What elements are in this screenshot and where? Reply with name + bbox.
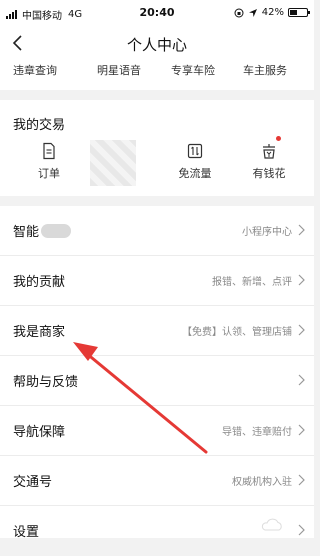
- chevron-right-icon: [298, 374, 305, 386]
- page-title: 个人中心: [126, 36, 187, 54]
- menu-row-contribution[interactable]: 我的贡献 报错、新增、点评: [0, 256, 314, 306]
- menu-sub-smart: 小程序中心: [242, 227, 292, 238]
- tx-item-order[interactable]: 订单: [14, 142, 84, 181]
- transactions-card: 我的交易 订单 免流量 有钱花: [0, 100, 314, 196]
- chevron-right-icon: [298, 224, 305, 236]
- menu-title-contribution: 我的贡献: [13, 275, 66, 290]
- menu-row-merchant[interactable]: 我是商家 【免费】认领、管理店铺: [0, 306, 314, 356]
- menu-title-merchant: 我是商家: [13, 325, 66, 340]
- data-free-icon: [187, 143, 203, 159]
- blurred-area: [90, 140, 136, 186]
- service-owner-service[interactable]: 车主服务: [243, 62, 287, 78]
- menu-title-nav-guarantee: 导航保障: [13, 425, 66, 440]
- nav-bar: 个人中心: [0, 26, 314, 62]
- menu-sub-traffic: 权威机构入驻: [232, 477, 292, 488]
- menu-title-traffic: 交通号: [13, 475, 53, 490]
- tx-label-order: 订单: [38, 167, 60, 180]
- battery-percent: 42%: [261, 7, 284, 18]
- blurred-pill: [41, 224, 72, 238]
- tx-label-data-free: 免流量: [178, 167, 212, 180]
- tx-label-wallet: 有钱花: [252, 167, 286, 180]
- status-right: 42%: [234, 7, 310, 18]
- menu-row-traffic[interactable]: 交通号 权威机构入驻: [0, 456, 314, 506]
- tx-item-data-free[interactable]: 免流量: [160, 142, 230, 181]
- cloud-icon: [261, 518, 282, 531]
- menu-row-nav-guarantee[interactable]: 导航保障 导错、违章赔付: [0, 406, 314, 456]
- status-bar: 中国移动 4G 20:40 42%: [0, 0, 314, 26]
- chevron-right-icon: [298, 474, 305, 486]
- menu-title-smart-text: 智能: [13, 225, 40, 240]
- battery-icon: [288, 8, 310, 17]
- menu-title-help: 帮助与反馈: [13, 375, 79, 390]
- services-row: 违章查询 明星语音 专享车险 车主服务: [0, 62, 314, 90]
- chevron-right-icon: [298, 324, 305, 336]
- menu-title-smart: 智能: [13, 221, 72, 240]
- menu-list: 智能 小程序中心 我的贡献 报错、新增、点评 我是商家 【免费】认领、管理店铺 …: [0, 206, 314, 540]
- wallet-icon: [263, 144, 275, 159]
- service-violation-query[interactable]: 违章查询: [13, 62, 57, 78]
- transactions-title: 我的交易: [13, 118, 66, 133]
- menu-row-settings[interactable]: 设置: [0, 506, 314, 556]
- service-car-insurance[interactable]: 专享车险: [171, 62, 215, 78]
- tx-item-wallet[interactable]: 有钱花: [234, 142, 304, 181]
- menu-row-smart[interactable]: 智能 小程序中心: [0, 206, 314, 256]
- location-arrow-icon: [248, 8, 257, 17]
- service-star-voice[interactable]: 明星语音: [97, 62, 141, 78]
- menu-sub-merchant: 【免费】认领、管理店铺: [182, 327, 292, 338]
- document-icon: [43, 142, 55, 160]
- chevron-right-icon: [298, 524, 305, 536]
- lock-rotation-icon: [234, 8, 244, 17]
- chevron-right-icon: [298, 424, 305, 436]
- menu-row-help[interactable]: 帮助与反馈: [0, 356, 314, 406]
- menu-sub-contribution: 报错、新增、点评: [212, 277, 292, 288]
- chevron-right-icon: [298, 274, 305, 286]
- menu-title-settings: 设置: [13, 525, 40, 540]
- menu-sub-nav-guarantee: 导错、违章赔付: [222, 427, 292, 438]
- notification-dot: [276, 136, 281, 141]
